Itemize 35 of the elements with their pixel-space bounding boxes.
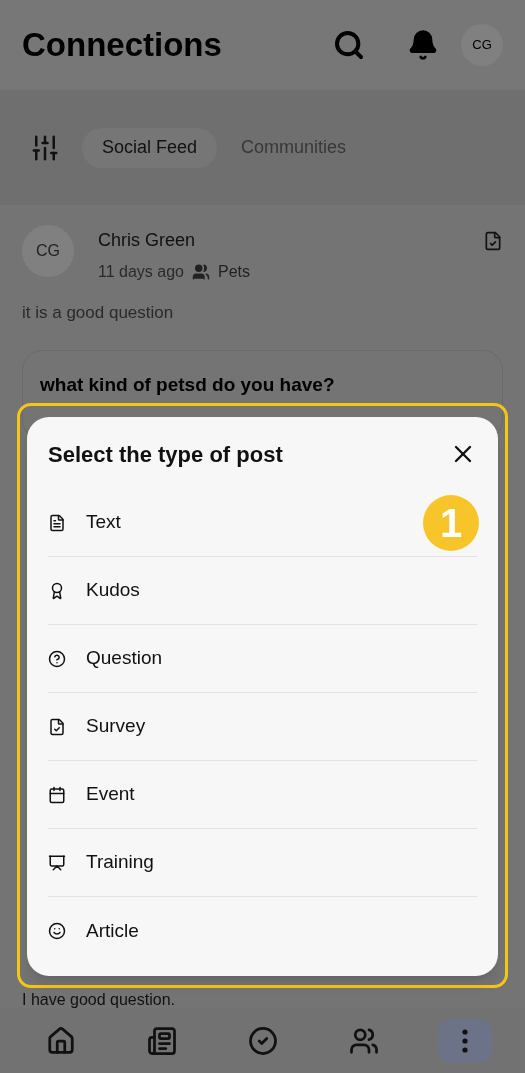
tab[interactable]: Social Feed [82,127,218,168]
post-type-option[interactable]: Text 1 [48,489,477,557]
sheet-title: Select the type of post [48,440,283,469]
people-icon [348,1026,379,1056]
calendar-icon [48,785,66,804]
step-badge: 1 [423,495,479,551]
post-type-option[interactable]: Article [48,897,477,965]
group-icon [192,263,210,281]
reply-text: I have good question. [22,991,176,1009]
post-text: it is a good question [22,302,175,324]
post-type-option[interactable]: Question [48,625,477,693]
check-circle-icon [247,1026,278,1056]
checked-document-icon [48,717,66,736]
post-type-option[interactable]: Event [48,761,477,829]
post-type-option[interactable]: Kudos [48,557,477,625]
more-icon [461,1029,468,1053]
page-title: Connections [22,25,223,66]
news-icon [146,1026,177,1056]
search-icon[interactable] [333,29,365,61]
smiley-icon [48,922,66,940]
home-icon [45,1026,76,1056]
bell-icon[interactable] [407,29,439,61]
post-type-option[interactable]: Survey [48,693,477,761]
document-icon [48,513,66,532]
user-avatar[interactable]: CG [461,24,503,66]
community-name: Pets [218,262,250,282]
presentation-icon [48,853,66,872]
post-type-option[interactable]: Training [48,829,477,897]
question-icon [48,649,66,668]
question-text: what kind of petsd do you have? [40,373,335,395]
author-avatar: CG [22,225,74,277]
author-name: Chris Green [98,229,197,252]
nav-button[interactable] [437,1019,492,1063]
checked-document-icon[interactable] [483,231,503,251]
post-time: 11 days ago [98,262,184,282]
